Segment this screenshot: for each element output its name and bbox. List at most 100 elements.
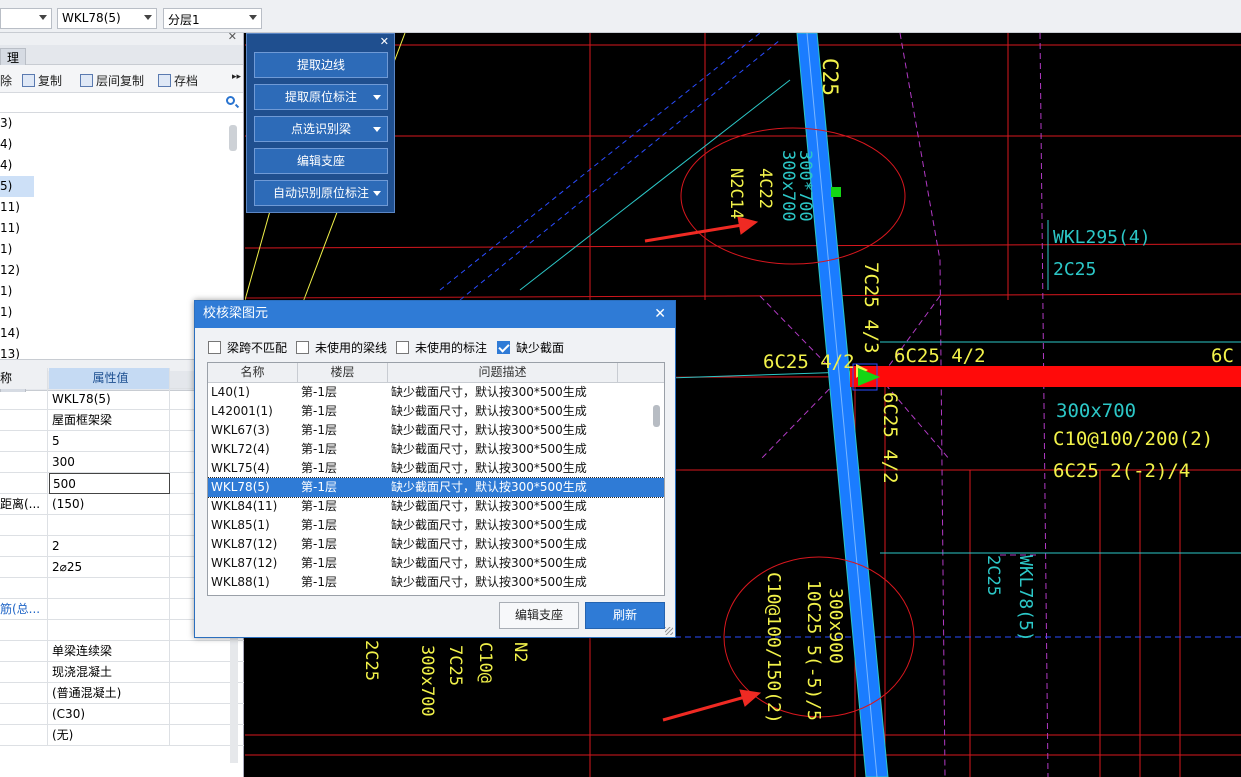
search-input[interactable] — [0, 93, 243, 113]
property-row[interactable]: 单梁连续梁 — [0, 641, 244, 662]
table-row[interactable]: WKL78(5) 第-1层 缺少截面尺寸，默认按300*500生成 — [208, 477, 664, 498]
cell-name: WKL75(4) — [211, 461, 270, 475]
button-label: 自动识别原位标注 — [272, 186, 369, 200]
close-icon[interactable]: ✕ — [380, 35, 389, 48]
layer-combo[interactable]: 分层1 — [163, 8, 262, 29]
property-value[interactable]: 2⌀25 — [49, 557, 170, 578]
tree-item[interactable]: 5) — [0, 176, 34, 197]
cad-label: C25 — [818, 58, 842, 96]
filter-checkbox-0[interactable]: 梁跨不匹配 — [208, 339, 287, 356]
property-value-input[interactable]: 500 — [49, 473, 170, 494]
cell-floor: 第-1层 — [301, 404, 337, 418]
tree-item[interactable]: 4) — [0, 134, 243, 155]
table-row[interactable]: WKL88(1) 第-1层 缺少截面尺寸，默认按300*500生成 — [208, 573, 664, 592]
filter-checkbox-3[interactable]: 缺少截面 — [497, 339, 564, 356]
copy-button[interactable]: 复制 — [22, 72, 62, 89]
identify-button-1[interactable]: 提取原位标注 — [254, 84, 388, 110]
tree-item[interactable]: 11) — [0, 218, 243, 239]
property-value[interactable]: WKL78(5) — [49, 389, 170, 410]
property-value[interactable]: (C30) — [49, 704, 170, 725]
property-name — [0, 515, 48, 536]
scrollbar[interactable] — [229, 125, 237, 151]
table-row[interactable]: L40(1) 第-1层 缺少截面尺寸，默认按300*500生成 — [208, 383, 664, 402]
chevron-down-icon[interactable] — [373, 191, 381, 196]
column-header-name[interactable]: 名称 — [208, 363, 298, 383]
property-row[interactable]: (C30) — [0, 704, 244, 725]
resize-grip-icon[interactable] — [665, 627, 673, 635]
grip-point[interactable] — [831, 187, 841, 197]
tab-component-manage[interactable]: 理 — [0, 48, 27, 66]
floor-copy-button[interactable]: 层间复制 — [80, 72, 144, 89]
cad-label: 6C25 4/2 — [763, 351, 855, 373]
cad-label: 6C25 4/2 — [879, 392, 901, 484]
scrollbar[interactable] — [653, 405, 660, 427]
tree-item[interactable]: 12) — [0, 260, 243, 281]
property-name — [0, 683, 48, 704]
tree-item[interactable]: 4) — [0, 155, 243, 176]
cell-floor: 第-1层 — [301, 385, 337, 399]
property-value[interactable]: 现浇混凝土 — [49, 662, 170, 683]
delete-button[interactable]: 除 — [0, 72, 12, 89]
copy-icon — [22, 74, 35, 87]
property-row[interactable]: 现浇混凝土 — [0, 662, 244, 683]
property-value[interactable]: (普通混凝土) — [49, 683, 170, 704]
cell-name: WKL85(1) — [211, 518, 270, 532]
chevron-down-icon[interactable] — [373, 95, 381, 100]
column-header-floor[interactable]: 楼层 — [298, 363, 388, 383]
close-icon[interactable]: ✕ — [654, 301, 666, 327]
property-value[interactable] — [49, 599, 170, 620]
table-row[interactable]: WKL87(12) 第-1层 缺少截面尺寸，默认按300*500生成 — [208, 535, 664, 554]
property-value[interactable] — [49, 578, 170, 599]
property-row[interactable]: (普通混凝土) — [0, 683, 244, 704]
cell-floor: 第-1层 — [301, 461, 337, 475]
tree-item[interactable]: 3) — [0, 113, 243, 134]
archive-button[interactable]: 存档 — [158, 72, 198, 89]
table-row[interactable]: WKL67(3) 第-1层 缺少截面尺寸，默认按300*500生成 — [208, 421, 664, 440]
property-value[interactable]: 2 — [49, 536, 170, 557]
property-value[interactable]: (无) — [49, 725, 170, 746]
property-value[interactable]: 5 — [49, 431, 170, 452]
checkbox-label: 缺少截面 — [516, 341, 565, 355]
dialog-titlebar[interactable]: 校核梁图元 ✕ — [195, 301, 675, 328]
identify-button-0[interactable]: 提取边线 — [254, 52, 388, 78]
refresh-button[interactable]: 刷新 — [585, 602, 665, 629]
property-value[interactable]: (150) — [49, 494, 170, 515]
property-value[interactable] — [49, 620, 170, 641]
table-row[interactable]: WKL72(4) 第-1层 缺少截面尺寸，默认按300*500生成 — [208, 440, 664, 459]
beam-horizontal-red[interactable] — [850, 366, 1241, 387]
table-row[interactable]: WKL84(11) 第-1层 缺少截面尺寸，默认按300*500生成 — [208, 497, 664, 516]
tree-item[interactable]: 11) — [0, 197, 243, 218]
checkbox[interactable] — [296, 341, 309, 354]
identify-button-3[interactable]: 编辑支座 — [254, 148, 388, 174]
identify-button-2[interactable]: 点选识别梁 — [254, 116, 388, 142]
cad-label: 6C25 2(-2)/4 — [1053, 460, 1190, 482]
search-icon[interactable] — [226, 96, 235, 105]
cell-name: L42001(1) — [211, 404, 273, 418]
property-value[interactable]: 屋面框架梁 — [49, 410, 170, 431]
beam-select-combo[interactable]: WKL78(5) — [57, 8, 157, 29]
table-row[interactable]: WKL85(1) 第-1层 缺少截面尺寸，默认按300*500生成 — [208, 516, 664, 535]
property-value[interactable]: 单梁连续梁 — [49, 641, 170, 662]
property-value[interactable]: 300 — [49, 452, 170, 473]
filter-combo[interactable] — [0, 8, 52, 29]
table-row[interactable]: L42001(1) 第-1层 缺少截面尺寸，默认按300*500生成 — [208, 402, 664, 421]
close-icon[interactable]: ✕ — [228, 30, 237, 43]
table-row[interactable]: WKL75(4) 第-1层 缺少截面尺寸，默认按300*500生成 — [208, 459, 664, 478]
property-value[interactable] — [49, 515, 170, 536]
more-tools-button[interactable]: ▸▸ — [232, 72, 241, 82]
checkbox[interactable] — [497, 341, 510, 354]
tree-item[interactable]: 1) — [0, 281, 243, 302]
checkbox[interactable] — [396, 341, 409, 354]
checkbox[interactable] — [208, 341, 221, 354]
property-row[interactable]: (无) — [0, 725, 244, 746]
cad-label: 6C — [1211, 345, 1234, 367]
column-header-description[interactable]: 问题描述 — [388, 363, 618, 383]
filter-checkbox-2[interactable]: 未使用的标注 — [396, 339, 487, 356]
issue-table: 名称 楼层 问题描述 L40(1) 第-1层 缺少截面尺寸，默认按300*500生成… — [207, 362, 665, 596]
table-row[interactable]: WKL87(12) 第-1层 缺少截面尺寸，默认按300*500生成 — [208, 554, 664, 573]
identify-button-4[interactable]: 自动识别原位标注 — [254, 180, 388, 206]
filter-checkbox-1[interactable]: 未使用的梁线 — [296, 339, 387, 356]
chevron-down-icon[interactable] — [373, 127, 381, 132]
tree-item[interactable]: 1) — [0, 239, 243, 260]
edit-support-button[interactable]: 编辑支座 — [499, 602, 579, 629]
